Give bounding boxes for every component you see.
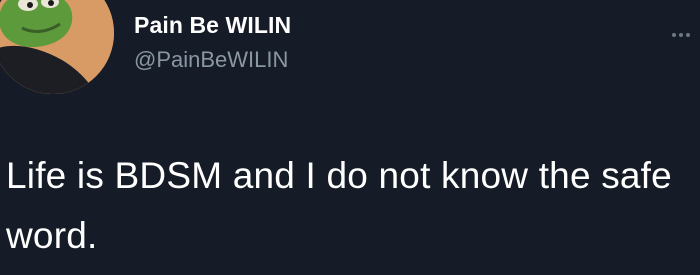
- tweet-text: Life is BDSM and I do not know the safe …: [6, 155, 672, 256]
- dot: [679, 33, 683, 37]
- dot: [672, 33, 676, 37]
- more-options-icon[interactable]: [672, 30, 700, 40]
- author-handle[interactable]: @PainBeWILIN: [134, 47, 288, 73]
- author-display-name[interactable]: Pain Be WILIN: [134, 12, 291, 39]
- dot: [686, 33, 690, 37]
- frog-avatar-icon[interactable]: [0, 0, 114, 94]
- tweet-card: Pain Be WILIN @PainBeWILIN Life is BDSM …: [0, 0, 700, 275]
